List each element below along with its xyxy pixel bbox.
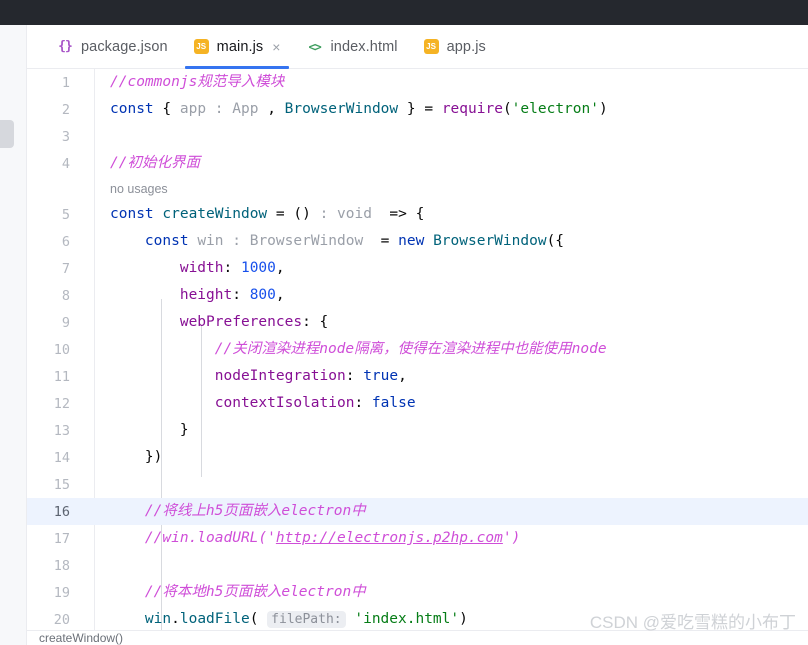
- code-line[interactable]: 9 webPreferences: {: [27, 309, 808, 336]
- close-icon[interactable]: ×: [272, 40, 280, 54]
- code-line[interactable]: 13 }: [27, 417, 808, 444]
- editor-tab-index-html[interactable]: <> index.html: [293, 25, 410, 69]
- code-line[interactable]: 3: [27, 123, 808, 150]
- editor-tab-label: app.js: [446, 38, 486, 55]
- line-content: [82, 123, 808, 150]
- line-content: //初始化界面: [110, 155, 200, 171]
- line-number: 12: [53, 395, 70, 412]
- line-number: 5: [61, 206, 70, 223]
- line-number: 2: [61, 101, 70, 118]
- left-tool-strip: [0, 25, 27, 645]
- line-content: contextIsolation: false: [214, 395, 416, 411]
- code-line[interactable]: 7 width: 1000,: [27, 255, 808, 282]
- code-line[interactable]: 5 const createWindow = () : void => {: [27, 201, 808, 228]
- line-number: 15: [53, 476, 70, 493]
- file-path-param-hint[interactable]: filePath:: [267, 611, 346, 628]
- editor-tab-main-js[interactable]: JS main.js ×: [181, 25, 294, 69]
- code-line[interactable]: 11 nodeIntegration: true,: [27, 363, 808, 390]
- line-content: }): [144, 449, 163, 465]
- ide-window: {} package.json JS main.js × <> index.ht…: [0, 0, 808, 645]
- editor-tab-app-js[interactable]: JS app.js: [411, 25, 499, 69]
- line-number: 7: [61, 260, 70, 277]
- line-number: 11: [53, 368, 70, 385]
- line-content: nodeIntegration: true,: [214, 368, 407, 384]
- code-lines: 1 //commonjs规范导入模块 2 const { app : App ,…: [27, 69, 808, 630]
- code-line[interactable]: 2 const { app : App , BrowserWindow } = …: [27, 96, 808, 123]
- line-content: webPreferences: {: [179, 314, 329, 330]
- line-content: const { app : App , BrowserWindow } = re…: [110, 101, 608, 117]
- line-number: 17: [53, 530, 70, 547]
- inlay-hint-row: no usages: [27, 177, 808, 201]
- breadcrumb[interactable]: createWindow(): [27, 630, 808, 645]
- line-number: 8: [61, 287, 70, 304]
- line-content: //commonjs规范导入模块: [110, 74, 285, 90]
- editor-tab-label: main.js: [216, 38, 264, 55]
- code-line[interactable]: 6 const win : BrowserWindow = new Browse…: [27, 228, 808, 255]
- line-number: 14: [53, 449, 70, 466]
- code-line[interactable]: 20 win.loadFile( filePath: 'index.html'): [27, 606, 808, 630]
- editor-tab-label: index.html: [330, 38, 398, 55]
- line-content: const win : BrowserWindow = new BrowserW…: [144, 233, 565, 249]
- line-content: }: [179, 422, 189, 438]
- editor-tab-package-json[interactable]: {} package.json: [44, 25, 181, 69]
- line-number: 4: [61, 155, 70, 172]
- code-line[interactable]: 12 contextIsolation: false: [27, 390, 808, 417]
- code-line[interactable]: 14 }): [27, 444, 808, 471]
- code-line[interactable]: 10 //关闭渲染进程node隔离，使得在渲染进程中也能使用node: [27, 336, 808, 363]
- code-line-current[interactable]: 16 //将线上h5页面嵌入electron中: [27, 498, 808, 525]
- line-content: //win.loadURL('http://electronjs.p2hp.co…: [144, 530, 521, 546]
- js-file-icon: JS: [193, 39, 209, 54]
- line-content: const createWindow = () : void => {: [110, 206, 425, 222]
- no-usages-hint[interactable]: no usages: [82, 177, 168, 201]
- line-number: 18: [53, 557, 70, 574]
- editor-tab-label: package.json: [81, 38, 168, 55]
- code-line[interactable]: 19 //将本地h5页面嵌入electron中: [27, 579, 808, 606]
- line-number: 20: [53, 611, 70, 628]
- line-number: 16: [53, 503, 70, 520]
- code-editor[interactable]: 1 //commonjs规范导入模块 2 const { app : App ,…: [27, 69, 808, 630]
- json-braces-icon: {}: [58, 39, 73, 54]
- url-link[interactable]: http://electronjs.p2hp.com: [276, 530, 503, 546]
- editor-tab-bar: {} package.json JS main.js × <> index.ht…: [27, 25, 808, 69]
- line-number: 6: [61, 233, 70, 250]
- line-number: 9: [61, 314, 70, 331]
- code-line[interactable]: 4 //初始化界面: [27, 150, 808, 177]
- line-number: 19: [53, 584, 70, 601]
- window-titlebar: [0, 0, 808, 25]
- code-line[interactable]: 8 height: 800,: [27, 282, 808, 309]
- line-content: //将线上h5页面嵌入electron中: [144, 503, 366, 519]
- js-file-icon: JS: [423, 39, 439, 54]
- line-number: 10: [53, 341, 70, 358]
- line-content: //将本地h5页面嵌入electron中: [144, 584, 366, 600]
- line-content: width: 1000,: [179, 260, 285, 276]
- line-number: 1: [61, 74, 70, 91]
- line-number: 13: [53, 422, 70, 439]
- line-content: height: 800,: [179, 287, 285, 303]
- code-line[interactable]: 1 //commonjs规范导入模块: [27, 69, 808, 96]
- line-number: 3: [61, 128, 70, 145]
- line-content: //关闭渲染进程node隔离，使得在渲染进程中也能使用node: [214, 341, 607, 357]
- line-content: win.loadFile( filePath: 'index.html'): [144, 611, 468, 628]
- line-content: [82, 552, 808, 579]
- collapsed-tool-window-stub[interactable]: [0, 120, 14, 148]
- code-line[interactable]: 17 //win.loadURL('http://electronjs.p2hp…: [27, 525, 808, 552]
- code-line[interactable]: 18: [27, 552, 808, 579]
- line-content: [82, 471, 808, 498]
- html-file-icon: <>: [308, 39, 321, 54]
- code-line[interactable]: 15: [27, 471, 808, 498]
